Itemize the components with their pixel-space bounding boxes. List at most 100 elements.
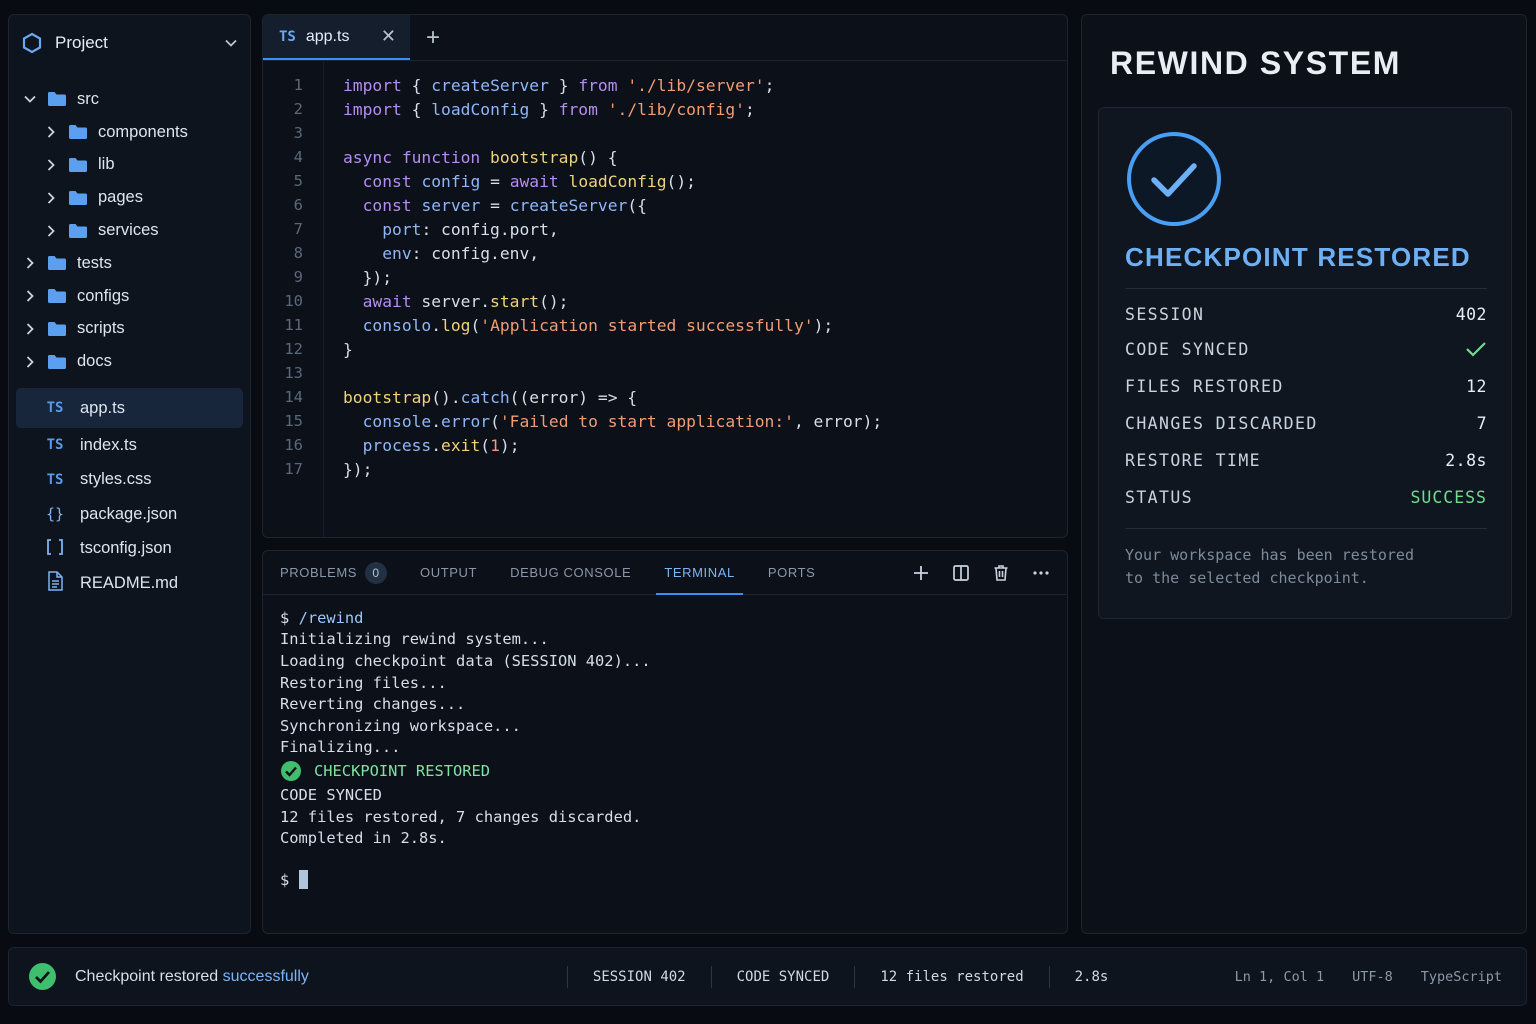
tree-label: configs [77, 286, 130, 305]
terminal-command-line: $ /rewind [280, 607, 1050, 629]
line-number: 11 [284, 316, 303, 334]
tab-terminal[interactable]: TERMINAL [656, 551, 743, 595]
chevron-down-icon [24, 96, 36, 104]
stat-code-synced: CODE SYNCED [1125, 336, 1487, 362]
code-line: 6 const server = createServer({ [263, 193, 647, 217]
tree-item-docs[interactable]: docs [9, 345, 250, 378]
divider [1125, 528, 1487, 529]
code-line: 16 process.exit(1); [263, 433, 519, 457]
terminal-prompt-line[interactable]: $ [280, 869, 1050, 891]
chevron-right-icon [47, 224, 55, 237]
new-tab-plus-icon[interactable]: + [410, 15, 456, 60]
terminal-line: Finalizing... [280, 738, 401, 757]
tab-label: OUTPUT [420, 565, 478, 580]
code-line: 10 await server.start(); [263, 289, 568, 313]
typescript-file-icon: TS [46, 400, 64, 417]
status-session[interactable]: SESSION 402 [568, 969, 711, 985]
code-line: 3 [263, 121, 303, 145]
folder-icon [48, 289, 66, 304]
status-message-text: Checkpoint restored [75, 967, 223, 985]
checkpoint-card: CHECKPOINT RESTORED SESSION 402 CODE SYN… [1098, 107, 1512, 619]
project-icon [22, 32, 42, 54]
tab-ports[interactable]: PORTS [768, 551, 816, 594]
line-number: 12 [284, 340, 303, 358]
tab-label: TERMINAL [664, 565, 735, 580]
tab-app-ts[interactable]: TS app.ts ✕ [263, 15, 410, 60]
project-title: Project [55, 33, 108, 52]
stat-restore-time: RESTORE TIME 2.8s [1125, 447, 1487, 473]
json-braces-icon: {} [45, 505, 65, 524]
file-item-styles-css[interactable]: TS styles.css [16, 463, 243, 498]
folder-icon [69, 223, 87, 238]
terminal-output[interactable]: $ /rewind Initializing rewind system... … [263, 595, 1067, 903]
note-line: to the selected checkpoint. [1125, 569, 1369, 587]
code-area[interactable]: 1 import { createServer } from './lib/ser… [263, 61, 1067, 537]
cursor-position[interactable]: Ln 1, Col 1 [1235, 969, 1324, 985]
tab-problems[interactable]: PROBLEMS 0 [280, 551, 388, 594]
project-header[interactable]: Project [9, 15, 250, 71]
tree-item-configs[interactable]: configs [9, 280, 250, 313]
tree-item-components[interactable]: components [9, 116, 250, 149]
chevron-down-icon[interactable] [224, 36, 238, 50]
document-icon [44, 571, 66, 595]
file-encoding[interactable]: UTF-8 [1352, 969, 1393, 985]
status-code-synced[interactable]: CODE SYNCED [712, 969, 855, 985]
folder-icon [69, 190, 87, 205]
code-line: 11 consolo.log('Application started succ… [263, 313, 833, 337]
line-number: 14 [284, 388, 303, 406]
terminal-actions [911, 551, 1067, 594]
check-circle-icon [281, 761, 301, 782]
tab-debug-console[interactable]: DEBUG CONSOLE [510, 551, 631, 594]
prompt-symbol: $ [280, 870, 290, 889]
split-icon[interactable] [951, 563, 971, 583]
tree-item-lib[interactable]: lib [9, 149, 250, 182]
trash-icon[interactable] [991, 563, 1011, 583]
tab-label: DEBUG CONSOLE [510, 565, 632, 580]
line-number: 3 [293, 124, 303, 142]
terminal-line: Reverting changes... [280, 695, 466, 714]
file-item-tsconfig-json[interactable]: tsconfig.json [16, 532, 243, 567]
file-item-index-ts[interactable]: TS index.ts [16, 428, 243, 463]
command-text: /rewind [298, 608, 364, 627]
line-number: 13 [284, 364, 303, 382]
line-number: 4 [293, 148, 303, 166]
stat-label: STATUS [1125, 487, 1194, 507]
stat-changes-discarded: CHANGES DISCARDED 7 [1125, 410, 1487, 436]
file-list: TS app.ts TS index.ts TS styles.css {} p… [9, 388, 250, 601]
file-label: index.ts [80, 435, 137, 454]
tab-output[interactable]: OUTPUT [420, 551, 477, 594]
success-text: CHECKPOINT RESTORED [314, 762, 491, 781]
stat-value: 7 [1476, 413, 1487, 433]
tree-label: tests [77, 253, 112, 272]
line-number: 9 [293, 268, 303, 286]
stat-value: 402 [1455, 304, 1487, 324]
file-item-package-json[interactable]: {} package.json [16, 497, 243, 532]
tree-item-services[interactable]: services [9, 214, 250, 247]
tree-label: scripts [77, 319, 125, 338]
file-item-readme-md[interactable]: README.md [16, 566, 243, 601]
tab-label: PROBLEMS [280, 565, 358, 580]
text-cursor [299, 870, 309, 890]
chevron-right-icon [47, 159, 55, 171]
file-item-app-ts[interactable]: TS app.ts [16, 388, 243, 429]
file-label: tsconfig.json [80, 539, 172, 558]
status-bar: Checkpoint restored successfully SESSION… [8, 947, 1527, 1006]
language-mode[interactable]: TypeScript [1421, 969, 1502, 985]
plus-icon[interactable] [911, 563, 931, 583]
chevron-right-icon [26, 257, 34, 270]
line-number: 8 [293, 244, 303, 262]
status-message: Checkpoint restored successfully [75, 968, 309, 986]
line-number: 6 [293, 196, 303, 214]
tree-item-pages[interactable]: pages [9, 181, 250, 214]
close-icon[interactable]: ✕ [381, 26, 396, 47]
status-files-restored[interactable]: 12 files restored [855, 969, 1048, 985]
tree-item-scripts[interactable]: scripts [9, 313, 250, 346]
terminal-line: Loading checkpoint data (SESSION 402)... [280, 651, 651, 670]
more-icon[interactable] [1031, 563, 1051, 583]
tree-item-tests[interactable]: tests [9, 247, 250, 280]
code-line: 17}); [263, 457, 372, 481]
status-duration[interactable]: 2.8s [1050, 969, 1134, 985]
code-line: 7 port: config.port, [263, 217, 559, 241]
code-line: 14 bootstrap().catch((error) => { [263, 385, 637, 409]
tree-item-src[interactable]: src [9, 83, 250, 116]
